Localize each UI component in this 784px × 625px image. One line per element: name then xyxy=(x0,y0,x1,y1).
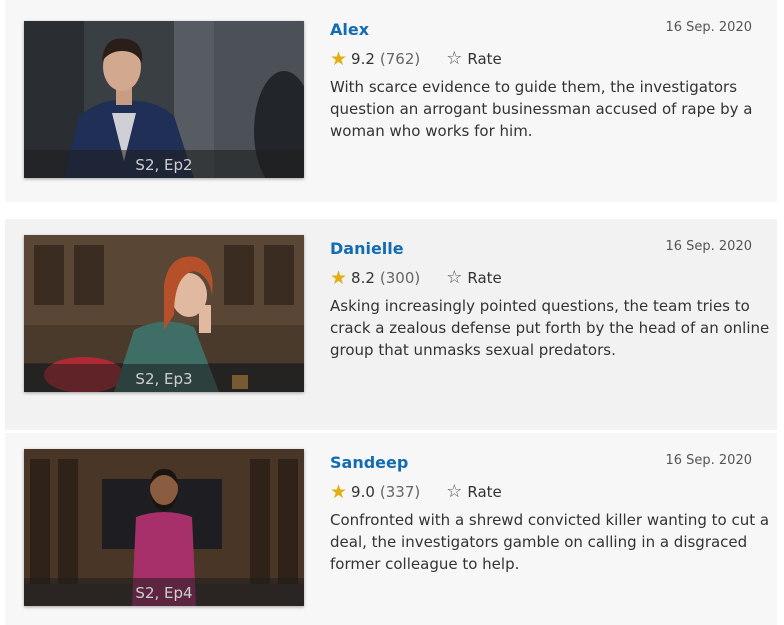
rating-row: ★ 9.2 (762) ☆ Rate xyxy=(330,48,502,70)
air-date: 16 Sep. 2020 xyxy=(665,20,752,35)
episode-thumbnail[interactable]: S2, Ep4 xyxy=(24,449,304,606)
rating-value: 9.0 xyxy=(351,483,375,501)
vote-count: (337) xyxy=(379,483,421,501)
star-outline-icon: ☆ xyxy=(446,481,463,502)
episode-title-link[interactable]: Danielle xyxy=(330,239,404,258)
episode-thumbnail[interactable]: S2, Ep3 xyxy=(24,235,304,392)
rating-row: ★ 8.2 (300) ☆ Rate xyxy=(330,267,502,289)
episode-item: S2, Ep3 Danielle 16 Sep. 2020 ★ 8.2 (300… xyxy=(5,219,777,430)
star-icon: ★ xyxy=(330,47,348,70)
rate-label: Rate xyxy=(467,50,502,68)
rate-label: Rate xyxy=(467,269,502,287)
episode-list: S2, Ep2 Alex 16 Sep. 2020 ★ 9.2 (762) ☆ … xyxy=(0,0,784,625)
episode-item: S2, Ep2 Alex 16 Sep. 2020 ★ 9.2 (762) ☆ … xyxy=(5,0,777,202)
episode-number-label: S2, Ep3 xyxy=(24,364,304,392)
episode-description: Asking increasingly pointed questions, t… xyxy=(330,297,770,359)
star-outline-icon: ☆ xyxy=(446,48,463,69)
star-icon: ★ xyxy=(330,266,348,289)
episode-number-label: S2, Ep4 xyxy=(24,578,304,606)
episode-title-link[interactable]: Sandeep xyxy=(330,453,408,472)
vote-count: (762) xyxy=(379,50,421,68)
rate-button[interactable]: ☆ Rate xyxy=(446,48,502,69)
episode-description: With scarce evidence to guide them, the … xyxy=(330,78,753,140)
rate-button[interactable]: ☆ Rate xyxy=(446,481,502,502)
star-outline-icon: ☆ xyxy=(446,267,463,288)
episode-number-label: S2, Ep2 xyxy=(24,150,304,178)
air-date: 16 Sep. 2020 xyxy=(665,453,752,468)
rating-value: 9.2 xyxy=(351,50,375,68)
rating-row: ★ 9.0 (337) ☆ Rate xyxy=(330,481,502,503)
episode-item: S2, Ep4 Sandeep 16 Sep. 2020 ★ 9.0 (337)… xyxy=(5,433,777,625)
episode-thumbnail[interactable]: S2, Ep2 xyxy=(24,21,304,178)
vote-count: (300) xyxy=(379,269,421,287)
rate-button[interactable]: ☆ Rate xyxy=(446,267,502,288)
star-icon: ★ xyxy=(330,480,348,503)
episode-description: Confronted with a shrewd convicted kille… xyxy=(330,511,770,573)
air-date: 16 Sep. 2020 xyxy=(665,239,752,254)
episode-title-link[interactable]: Alex xyxy=(330,20,369,39)
rate-label: Rate xyxy=(467,483,502,501)
rating-value: 8.2 xyxy=(351,269,375,287)
